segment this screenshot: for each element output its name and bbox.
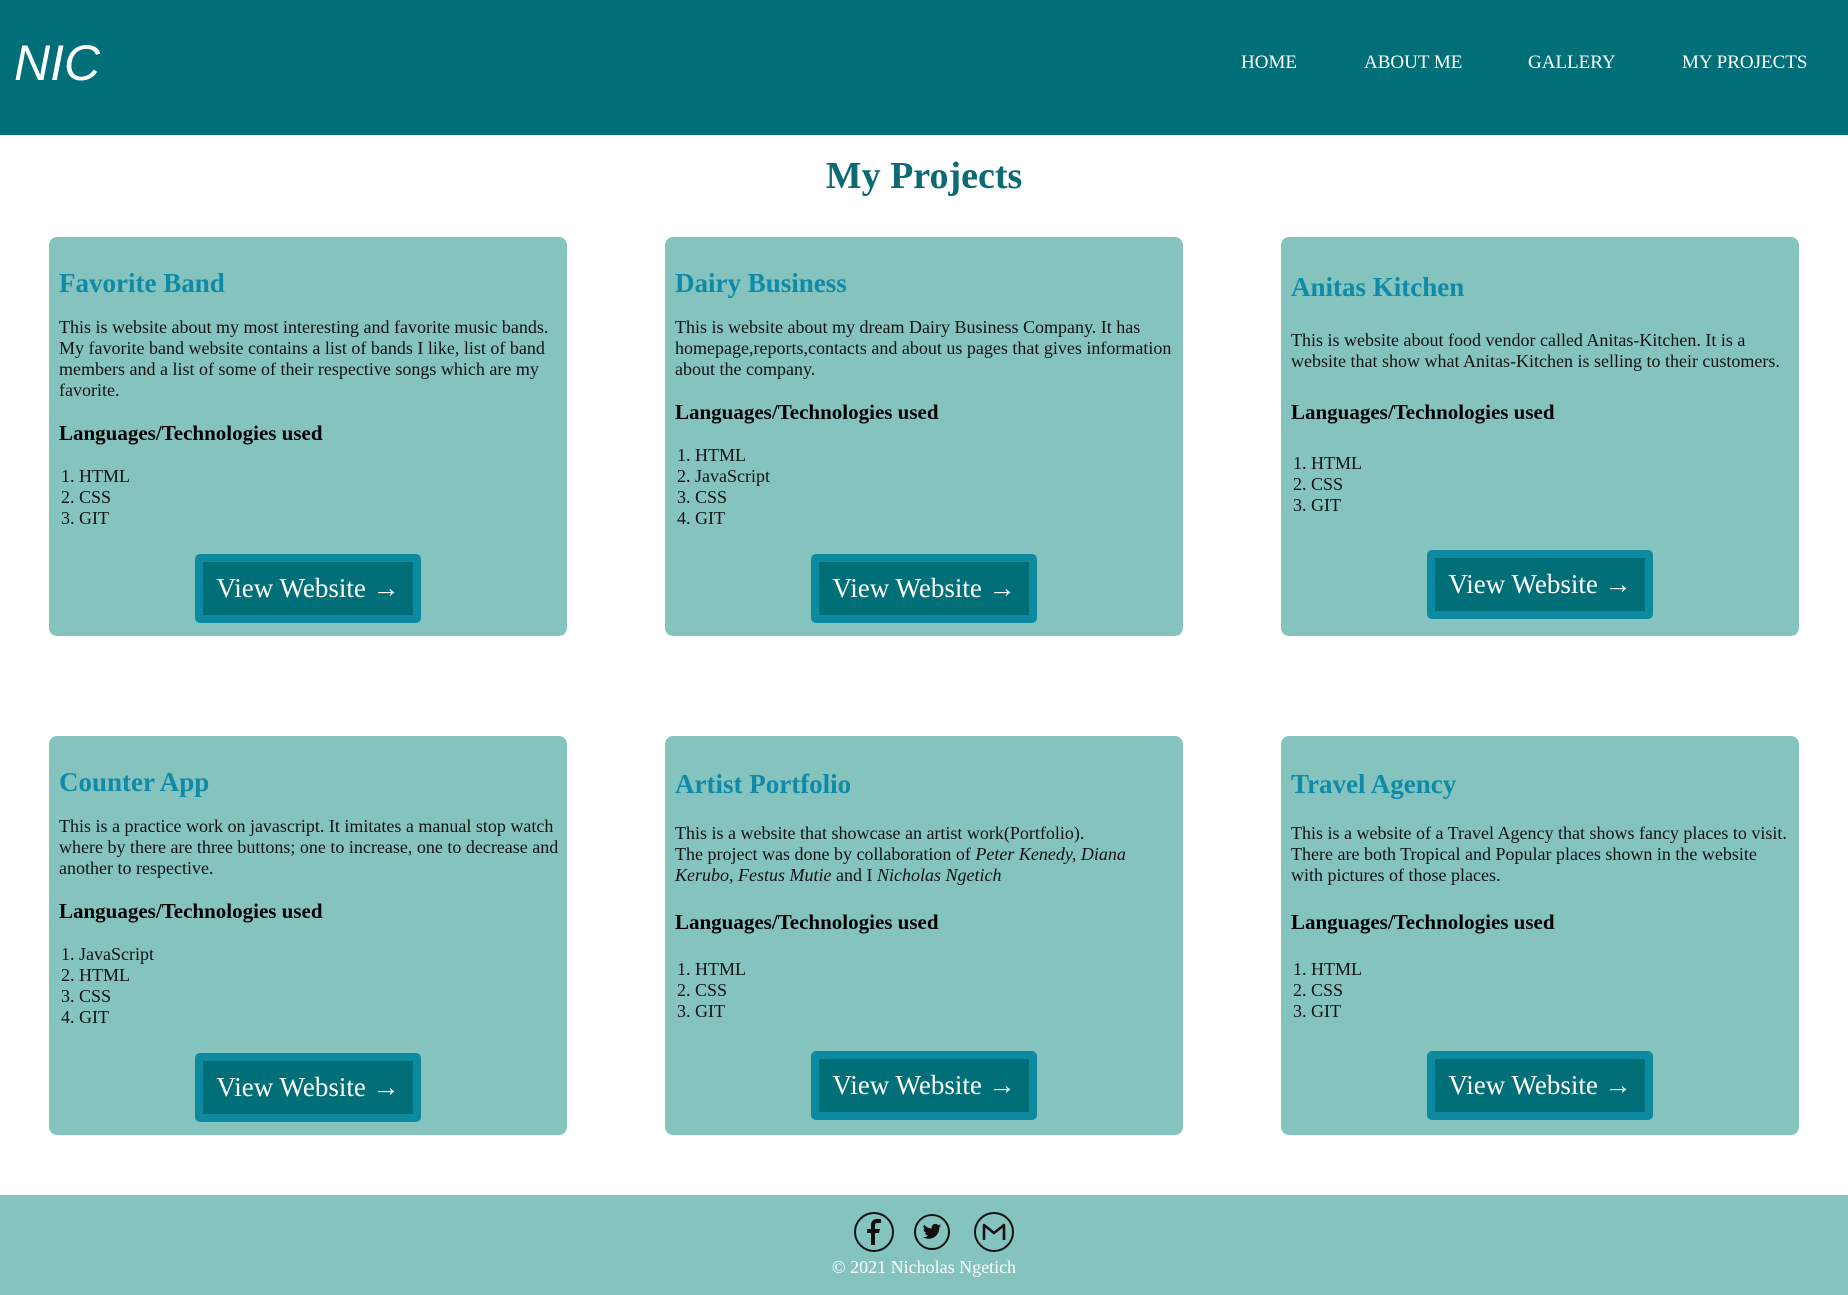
card-title: Counter App [59, 767, 210, 797]
card-subheading: Languages/Technologies used [59, 899, 323, 923]
card-description: This is a website of a Travel Agency tha… [1291, 823, 1787, 885]
list-item: 3. CSS [61, 986, 112, 1006]
description-line-2: The project was done by collaboration of [675, 844, 976, 864]
view-website-button[interactable]: View Website → [811, 1051, 1037, 1120]
card-subheading: Languages/Technologies used [675, 400, 939, 424]
project-card-favorite-band: Favorite Band This is website about my m… [49, 237, 567, 636]
tech-list: 1. JavaScript 2. HTML 3. CSS 4. GIT [59, 944, 154, 1028]
copyright-text: © 2021 Nicholas Ngetich [831, 1257, 1017, 1277]
list-item: 2. CSS [1293, 474, 1344, 494]
view-website-button[interactable]: View Website → [195, 554, 421, 623]
nav-gallery[interactable]: GALLERY [1528, 51, 1616, 75]
nav-about-me[interactable]: ABOUT ME [1364, 51, 1462, 75]
view-website-button[interactable]: View Website → [195, 1053, 421, 1122]
site-footer: © 2021 Nicholas Ngetich [0, 1195, 1848, 1295]
list-item: 2. CSS [61, 487, 112, 507]
tech-list: 1. HTML 2. CSS 3. GIT [675, 959, 746, 1022]
view-website-button[interactable]: View Website → [811, 554, 1037, 623]
description-connector: and I [831, 865, 877, 885]
author-name: Nicholas Ngetich [876, 865, 1002, 885]
card-subheading: Languages/Technologies used [1291, 400, 1555, 424]
project-card-travel-agency: Travel Agency This is a website of a Tra… [1281, 736, 1799, 1135]
button-label: View Website → [1435, 1059, 1645, 1112]
list-item: 1. JavaScript [61, 944, 154, 964]
card-description: This is a practice work on javascript. I… [59, 816, 559, 878]
page-title: My Projects [825, 155, 1023, 197]
list-item: 1. HTML [677, 959, 746, 979]
view-website-button[interactable]: View Website → [1427, 550, 1653, 619]
card-description: This is website about food vendor called… [1291, 330, 1780, 371]
list-item: 3. GIT [61, 508, 109, 528]
list-item: 3. CSS [677, 487, 728, 507]
list-item: 2. CSS [677, 980, 728, 1000]
card-title: Artist Portfolio [675, 769, 852, 799]
nav-my-projects[interactable]: MY PROJECTS [1682, 51, 1807, 75]
facebook-icon[interactable] [854, 1212, 894, 1252]
list-item: 2. CSS [1293, 980, 1344, 1000]
card-description: This is website about my most interestin… [59, 317, 549, 400]
list-item: 4. GIT [61, 1007, 109, 1027]
card-description: This is website about my dream Dairy Bus… [675, 317, 1172, 379]
project-card-anitas-kitchen: Anitas Kitchen This is website about foo… [1281, 237, 1799, 636]
view-website-button[interactable]: View Website → [1427, 1051, 1653, 1120]
card-title: Anitas Kitchen [1291, 272, 1465, 302]
button-label: View Website → [819, 1059, 1029, 1112]
project-card-dairy-business: Dairy Business This is website about my … [665, 237, 1183, 636]
button-label: View Website → [819, 562, 1029, 615]
gmail-icon[interactable] [974, 1212, 1014, 1252]
list-item: 2. JavaScript [677, 466, 770, 486]
project-card-artist-portfolio: Artist Portfolio This is a website that … [665, 736, 1183, 1135]
project-card-counter-app: Counter App This is a practice work on j… [49, 736, 567, 1135]
main-nav: HOME ABOUT ME GALLERY MY PROJECTS [0, 51, 1848, 75]
list-item: 3. GIT [1293, 1001, 1341, 1021]
list-item: 1. HTML [61, 466, 130, 486]
card-title: Dairy Business [675, 268, 847, 298]
card-description: This is a website that showcase an artis… [675, 823, 1175, 886]
list-item: 1. HTML [1293, 959, 1362, 979]
card-title: Travel Agency [1291, 769, 1457, 799]
list-item: 1. HTML [677, 445, 746, 465]
button-label: View Website → [203, 562, 413, 615]
card-subheading: Languages/Technologies used [1291, 910, 1555, 934]
tech-list: 1. HTML 2. CSS 3. GIT [1291, 453, 1362, 516]
tech-list: 1. HTML 2. CSS 3. GIT [59, 466, 130, 529]
card-subheading: Languages/Technologies used [675, 910, 939, 934]
site-header: NIC HOME ABOUT ME GALLERY MY PROJECTS [0, 0, 1848, 135]
description-line-1: This is a website that showcase an artis… [675, 823, 1085, 843]
list-item: 1. HTML [1293, 453, 1362, 473]
list-item: 3. GIT [1293, 495, 1341, 515]
button-label: View Website → [203, 1061, 413, 1114]
card-subheading: Languages/Technologies used [59, 421, 323, 445]
tech-list: 1. HTML 2. JavaScript 3. CSS 4. GIT [675, 445, 770, 529]
list-item: 4. GIT [677, 508, 725, 528]
twitter-icon[interactable] [914, 1214, 950, 1250]
nav-home[interactable]: HOME [1241, 51, 1297, 75]
list-item: 3. GIT [677, 1001, 725, 1021]
button-label: View Website → [1435, 558, 1645, 611]
card-title: Favorite Band [59, 268, 225, 298]
tech-list: 1. HTML 2. CSS 3. GIT [1291, 959, 1362, 1022]
list-item: 2. HTML [61, 965, 130, 985]
